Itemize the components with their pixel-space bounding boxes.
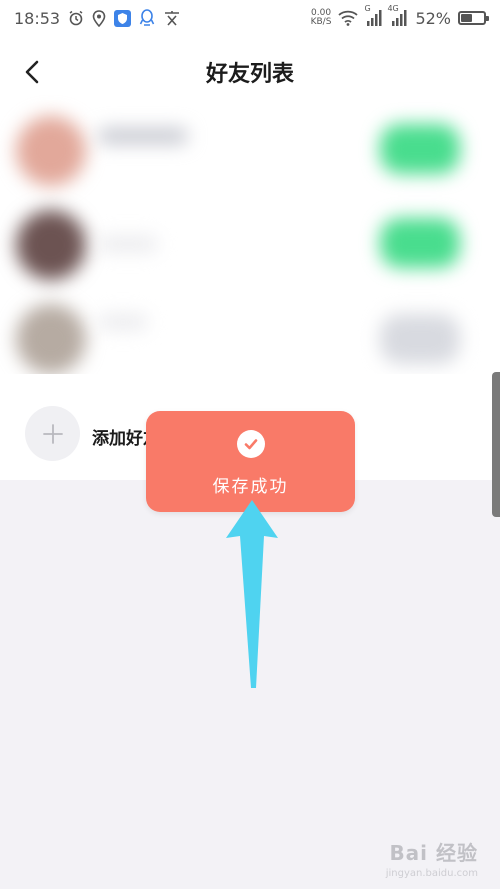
toast-message: 保存成功 [212, 477, 289, 497]
friend-name [98, 236, 158, 252]
watermark-url: jingyan.baidu.com [385, 868, 478, 879]
avatar [16, 304, 86, 374]
watermark-logo: Bai 经验 [389, 841, 478, 865]
friend-list [0, 106, 500, 374]
avatar [16, 116, 86, 186]
plus-icon [42, 423, 63, 444]
watermark: Bai 经验 jingyan.baidu.com [386, 837, 478, 879]
status-left: 18:53 [14, 9, 181, 28]
avatar [16, 210, 86, 280]
scrollbar-handle[interactable] [492, 372, 500, 517]
friend-action-button[interactable] [380, 314, 460, 364]
friend-action-button[interactable] [380, 218, 460, 268]
signal-2-label: 4G [387, 4, 399, 13]
list-item[interactable] [0, 286, 500, 376]
status-time: 18:53 [14, 8, 61, 28]
header: 好友列表 [0, 36, 500, 106]
qq-icon [139, 9, 155, 27]
battery-icon [458, 11, 489, 25]
status-right: 0.00 KB/S G 4G 52% [311, 4, 489, 28]
network-speed-unit: KB/S [310, 17, 332, 27]
translate-icon [163, 10, 181, 26]
friend-name [98, 314, 148, 330]
alarm-icon [68, 10, 84, 26]
page-title: 好友列表 [205, 61, 294, 87]
list-item[interactable] [0, 196, 500, 286]
friend-name [98, 128, 188, 144]
check-icon [236, 430, 265, 458]
location-icon [92, 9, 106, 27]
list-item[interactable] [0, 106, 500, 196]
battery-percent: 52% [415, 8, 451, 28]
signal-1-label: G [364, 4, 371, 13]
friend-action-button[interactable] [380, 124, 460, 174]
annotation-arrow-icon [226, 500, 278, 688]
status-bar: 18:53 0.00 KB/S G 4G 52% [0, 0, 500, 36]
signal-icon: G [364, 4, 383, 26]
battery-level [461, 14, 472, 22]
add-friend-button[interactable] [25, 406, 80, 461]
wifi-icon [338, 10, 359, 26]
signal-icon: 4G [387, 4, 408, 26]
shield-icon [114, 9, 132, 27]
save-success-toast: 保存成功 [146, 411, 355, 512]
network-speed: 0.00 KB/S [311, 9, 332, 27]
